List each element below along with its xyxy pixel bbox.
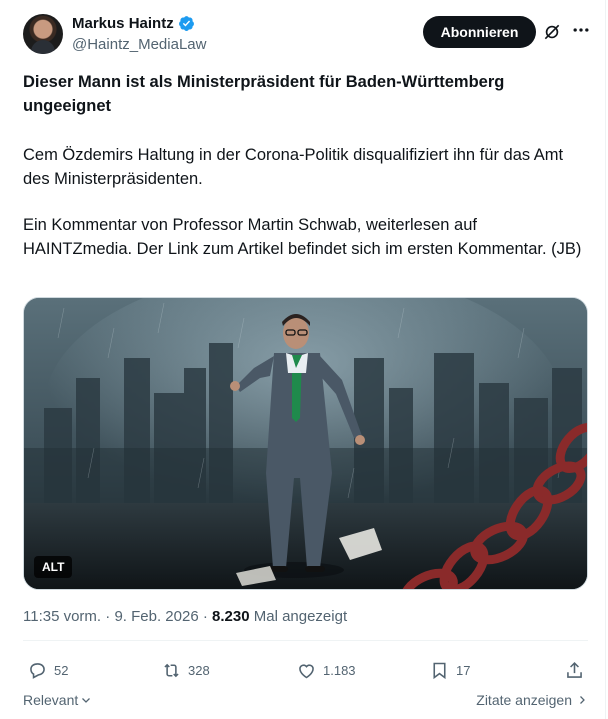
- post-date[interactable]: 9. Feb. 2026: [114, 608, 198, 625]
- post-title: Dieser Mann ist als Ministerpräsident fü…: [23, 73, 505, 115]
- meta-separator: ·: [101, 608, 115, 625]
- share-button[interactable]: [564, 656, 585, 684]
- sort-dropdown[interactable]: Relevant: [23, 692, 92, 708]
- divider: [23, 640, 588, 641]
- sort-label: Relevant: [23, 692, 79, 708]
- reply-button[interactable]: 52: [27, 656, 68, 684]
- bookmark-count: 17: [456, 662, 471, 678]
- repost-count: 328: [188, 662, 210, 678]
- grok-icon[interactable]: [542, 22, 562, 42]
- author-handle[interactable]: @Haintz_MediaLaw: [72, 36, 206, 53]
- repost-icon: [164, 663, 179, 677]
- reply-icon: [30, 662, 45, 679]
- repost-button[interactable]: 328: [161, 656, 210, 684]
- image-illustration: [24, 298, 587, 589]
- bookmark-button[interactable]: 17: [429, 656, 470, 684]
- views-label: Mal angezeigt: [249, 608, 348, 625]
- quotes-label: Zitate anzeigen: [476, 692, 572, 708]
- avatar[interactable]: [23, 14, 63, 54]
- like-count: 1.183: [323, 662, 356, 678]
- post-paragraph-1: Cem Özdemirs Haltung in der Corona-Polit…: [23, 146, 564, 188]
- post-footer: Relevant Zitate anzeigen: [23, 692, 588, 712]
- meta-separator: ·: [198, 608, 213, 625]
- follow-button[interactable]: Abonnieren: [423, 16, 536, 48]
- post-image[interactable]: [23, 297, 588, 590]
- more-icon[interactable]: [571, 20, 591, 40]
- action-bar: 52 328 1.183 17: [23, 656, 588, 684]
- post-header: Markus Haintz @Haintz_MediaLaw Abonniere…: [23, 14, 593, 58]
- author-display-name[interactable]: Markus Haintz: [72, 15, 174, 32]
- post-meta: 11:35 vorm. · 9. Feb. 2026 · 8.230 Mal a…: [23, 608, 347, 625]
- alt-text-badge[interactable]: ALT: [34, 556, 73, 578]
- share-icon: [567, 661, 582, 678]
- chevron-right-icon: [580, 696, 585, 704]
- post-paragraph-2: Ein Kommentar von Professor Martin Schwa…: [23, 216, 582, 258]
- like-icon: [299, 663, 314, 678]
- view-quotes-link[interactable]: Zitate anzeigen: [476, 692, 588, 708]
- views-count: 8.230: [212, 608, 250, 625]
- chevron-down-icon: [82, 698, 91, 703]
- author-name-line[interactable]: Markus Haintz: [72, 15, 195, 32]
- bookmark-icon: [433, 662, 446, 679]
- verified-badge-icon: [178, 16, 194, 31]
- post-container: Markus Haintz @Haintz_MediaLaw Abonniere…: [0, 0, 606, 719]
- reply-count: 52: [54, 662, 69, 678]
- like-button[interactable]: 1.183: [296, 656, 356, 684]
- post-time[interactable]: 11:35 vorm.: [23, 608, 101, 625]
